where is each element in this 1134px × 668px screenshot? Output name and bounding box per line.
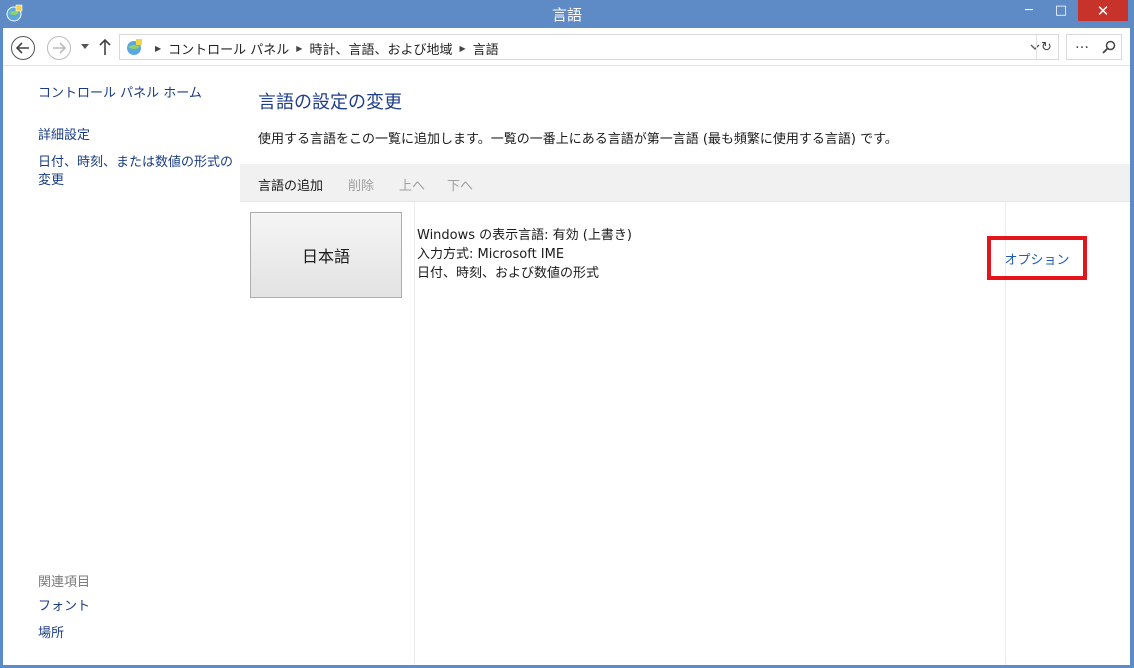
- forward-button[interactable]: [47, 36, 71, 60]
- search-box[interactable]: …: [1066, 34, 1122, 60]
- address-bar[interactable]: ▶ コントロール パネル ▶ 時計、言語、および地域 ▶ 言語 ↻: [119, 34, 1059, 60]
- breadcrumb-separator-icon[interactable]: ▶: [155, 44, 161, 53]
- sidebar-link-advanced-settings[interactable]: 詳細設定: [38, 127, 90, 145]
- options-link[interactable]: オプション: [1004, 249, 1069, 268]
- refresh-icon[interactable]: ↻: [1036, 35, 1056, 59]
- up-arrow-icon[interactable]: [98, 38, 112, 56]
- arrow-right-icon: [53, 42, 66, 54]
- close-button[interactable]: ✕: [1078, 0, 1128, 21]
- sidebar-link-datetime-line2: 変更: [38, 173, 65, 188]
- sidebar-link-datetime-format[interactable]: 日付、時刻、または数値の形式の 変更: [38, 154, 233, 190]
- window-title: 言語: [551, 6, 582, 24]
- breadcrumb-separator-icon[interactable]: ▶: [296, 44, 302, 53]
- arrow-left-icon: [16, 42, 29, 54]
- add-language-button[interactable]: 言語の追加: [258, 175, 323, 194]
- recent-locations-chevron-icon[interactable]: [80, 40, 90, 52]
- remove-language-button[interactable]: 削除: [348, 175, 374, 194]
- search-icon[interactable]: [1102, 40, 1116, 54]
- language-toolbar: 言語の追加 削除 上へ 下へ: [240, 164, 1130, 202]
- page-title: 言語の設定の変更: [258, 92, 402, 113]
- move-down-button[interactable]: 下へ: [447, 175, 473, 194]
- language-details: Windows の表示言語: 有効 (上書き) 入力方式: Microsoft …: [417, 226, 632, 283]
- navigation-bar: ▶ コントロール パネル ▶ 時計、言語、および地域 ▶ 言語 ↻ …: [3, 28, 1130, 66]
- sidebar-link-control-panel-home[interactable]: コントロール パネル ホーム: [38, 85, 202, 103]
- control-panel-icon: [127, 39, 142, 55]
- back-button[interactable]: [11, 36, 35, 60]
- main-content: 言語の設定の変更 使用する言語をこの一覧に追加します。一覧の一番上にある言語が第…: [240, 66, 1130, 665]
- search-placeholder: …: [1075, 36, 1089, 52]
- title-bar: 言語 ─ □ ✕: [0, 0, 1134, 28]
- move-up-button[interactable]: 上へ: [399, 175, 425, 194]
- column-divider: [414, 202, 415, 665]
- breadcrumb-separator-icon[interactable]: ▶: [459, 44, 465, 53]
- display-language-status: Windows の表示言語: 有効 (上書き): [417, 228, 632, 243]
- window-body: ▶ コントロール パネル ▶ 時計、言語、および地域 ▶ 言語 ↻ … コントロ…: [3, 28, 1130, 665]
- input-method: 入力方式: Microsoft IME: [417, 247, 565, 262]
- breadcrumb-control-panel[interactable]: コントロール パネル: [168, 39, 289, 58]
- minimize-button[interactable]: ─: [1014, 0, 1044, 21]
- datetime-format-info: 日付、時刻、および数値の形式: [417, 266, 600, 281]
- options-highlight-box: オプション: [987, 236, 1087, 280]
- breadcrumb-language[interactable]: 言語: [473, 39, 499, 58]
- related-items-heading: 関連項目: [38, 575, 91, 590]
- sidebar-link-location[interactable]: 場所: [38, 625, 64, 643]
- maximize-button[interactable]: □: [1046, 0, 1076, 21]
- page-description: 使用する言語をこの一覧に追加します。一覧の一番上にある言語が第一言語 (最も頻繁…: [258, 132, 898, 147]
- language-list-item[interactable]: 日本語 Windows の表示言語: 有効 (上書き) 入力方式: Micros…: [240, 202, 1130, 665]
- sidebar-link-fonts[interactable]: フォント: [38, 598, 90, 616]
- sidebar: コントロール パネル ホーム 詳細設定 日付、時刻、または数値の形式の 変更 関…: [3, 66, 240, 665]
- language-tile[interactable]: 日本語: [250, 212, 402, 298]
- sidebar-link-datetime-line1: 日付、時刻、または数値の形式の: [38, 155, 234, 170]
- breadcrumb: ▶ コントロール パネル ▶ 時計、言語、および地域 ▶ 言語: [148, 39, 499, 58]
- breadcrumb-clock-language-region[interactable]: 時計、言語、および地域: [309, 39, 452, 58]
